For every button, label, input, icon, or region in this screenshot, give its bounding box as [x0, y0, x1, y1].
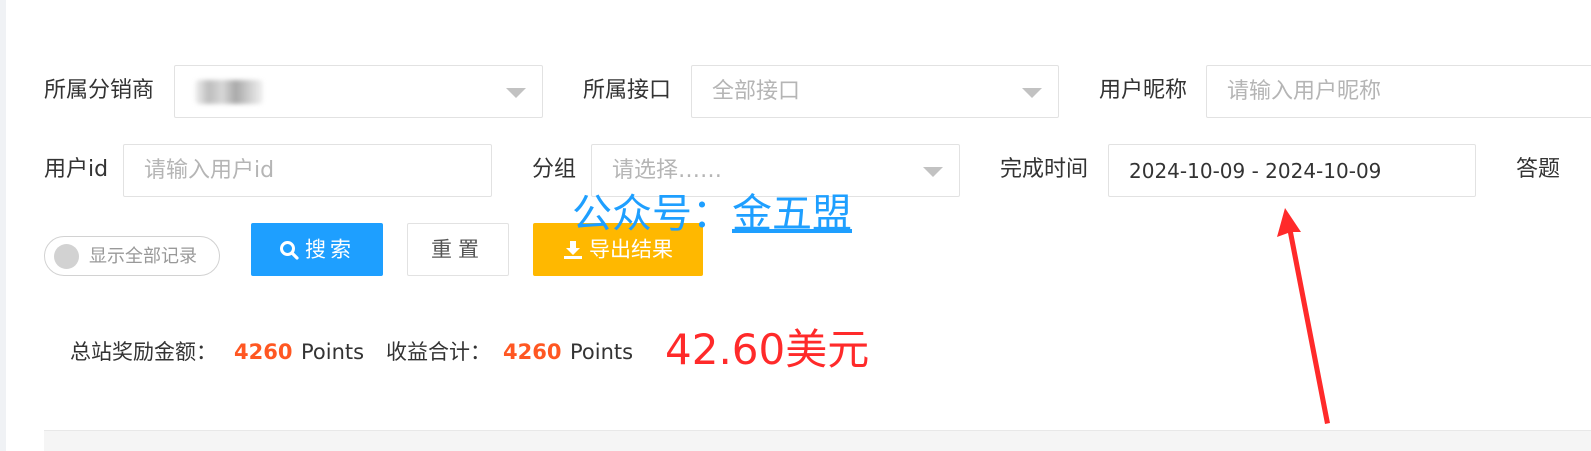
search-icon — [280, 241, 299, 260]
download-icon — [564, 241, 582, 259]
distributor-select[interactable] — [174, 65, 543, 118]
total-reward-label: 总站奖励金额： — [70, 340, 217, 364]
red-arrow-icon — [1277, 208, 1330, 424]
interface-selected-value: 全部接口 — [712, 79, 801, 104]
search-button[interactable]: 搜索 — [251, 223, 383, 276]
income-unit: Points — [570, 340, 634, 364]
distributor-label: 所属分销商 — [44, 78, 155, 103]
chevron-down-icon — [923, 167, 943, 177]
left-border — [0, 0, 6, 451]
total-reward-unit: Points — [301, 340, 365, 364]
search-button-label: 搜索 — [305, 237, 355, 262]
nickname-input[interactable]: 请输入用户昵称 — [1206, 65, 1591, 118]
complete-time-value: 2024-10-09 - 2024-10-09 — [1129, 159, 1382, 183]
complete-time-input[interactable]: 2024-10-09 - 2024-10-09 — [1108, 144, 1476, 197]
show-all-label: 显示全部记录 — [89, 246, 197, 267]
user-id-input[interactable]: 请输入用户id — [123, 144, 492, 197]
chevron-down-icon — [1022, 88, 1042, 98]
answer-label-cut: 答题 — [1516, 157, 1561, 182]
watermark-prefix: 公众号： — [572, 191, 732, 237]
user-id-label: 用户id — [44, 157, 109, 182]
income-label: 收益合计： — [386, 340, 491, 364]
usd-amount-annotation: 42.60美元 — [665, 325, 870, 374]
export-button-label: 导出结果 — [589, 237, 673, 262]
reset-button[interactable]: 重置 — [407, 223, 509, 276]
reset-button-label: 重置 — [431, 237, 485, 262]
show-all-toggle[interactable]: 显示全部记录 — [44, 236, 220, 276]
income-value: 4260 — [503, 340, 562, 364]
watermark-text: 公众号：金五盟 — [572, 190, 852, 238]
total-reward-value: 4260 — [234, 340, 293, 364]
watermark-name: 金五盟 — [732, 191, 852, 237]
distributor-value-blurred — [195, 80, 263, 104]
nickname-placeholder: 请输入用户昵称 — [1227, 79, 1382, 104]
interface-select[interactable]: 全部接口 — [691, 65, 1059, 118]
user-id-placeholder: 请输入用户id — [144, 158, 275, 183]
table-header-strip — [44, 430, 1591, 451]
complete-time-label: 完成时间 — [1000, 157, 1089, 182]
toggle-knob — [54, 244, 79, 269]
interface-label: 所属接口 — [583, 78, 672, 103]
group-placeholder: 请选择…… — [612, 158, 723, 183]
group-label: 分组 — [532, 157, 577, 182]
nickname-label: 用户昵称 — [1099, 78, 1188, 103]
chevron-down-icon — [506, 88, 526, 98]
